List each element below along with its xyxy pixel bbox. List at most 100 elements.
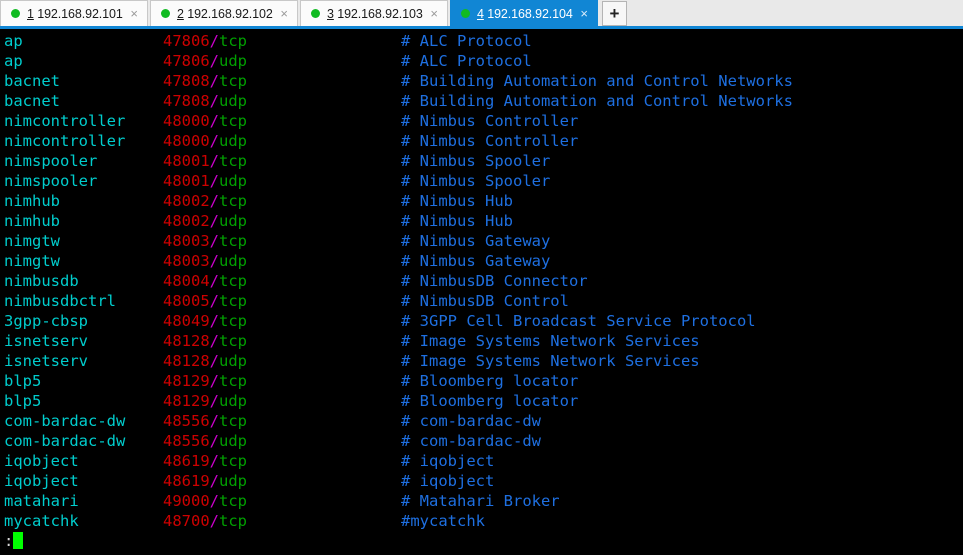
service-name: nimgtw [4,232,60,250]
port-number: 48128 [163,352,210,370]
tab-2[interactable]: 2 192.168.92.102 × [150,0,298,26]
service-comment: # Nimbus Spooler [401,172,551,190]
connection-status-dot-icon [311,9,320,18]
port-number: 48000 [163,112,210,130]
protocol-name: tcp [219,112,248,130]
port-protocol: 47808/udp [163,91,247,111]
service-entry-row: com-bardac-dw 48556/tcp # com-bardac-dw [4,411,963,431]
port-separator: / [209,172,220,190]
port-number: 48619 [163,472,210,490]
port-separator: / [209,272,220,290]
service-entry-row: nimgtw 48003/tcp # Nimbus Gateway [4,231,963,251]
protocol-name: udp [219,132,248,150]
service-comment: # iqobject [401,472,495,490]
connection-status-dot-icon [11,9,20,18]
port-number: 47806 [163,52,210,70]
port-protocol: 48002/tcp [163,191,247,211]
terminal-prompt-row: : [4,531,963,551]
port-number: 48128 [163,332,210,350]
protocol-name: udp [219,92,248,110]
service-entry-row: iqobject 48619/tcp # iqobject [4,451,963,471]
protocol-name: udp [219,432,248,450]
port-separator: / [209,472,220,490]
service-name: nimgtw [4,252,60,270]
port-protocol: 48003/tcp [163,231,247,251]
port-number: 48049 [163,312,210,330]
service-comment: # Bloomberg locator [401,392,579,410]
port-number: 48556 [163,432,210,450]
service-name: isnetserv [4,332,88,350]
service-comment: #mycatchk [401,512,485,530]
connection-status-dot-icon [161,9,170,18]
tab-label: 4 192.168.92.104 [477,6,573,21]
service-name: bacnet [4,92,60,110]
tab-bar: 1 192.168.92.101 × 2 192.168.92.102 × 3 192.… [0,0,963,29]
close-icon[interactable]: × [277,7,291,20]
terminal-screen[interactable]: ap 47806/tcp # ALC Protocol ap 47806/udp # AL… [0,29,963,555]
service-comment: # ALC Protocol [401,32,532,50]
port-protocol: 48129/tcp [163,371,247,391]
port-protocol: 47808/tcp [163,71,247,91]
service-entry-row: iqobject 48619/udp # iqobject [4,471,963,491]
port-protocol: 48700/tcp [163,511,247,531]
service-comment: # Nimbus Controller [401,132,579,150]
service-entry-row: blp5 48129/udp # Bloomberg locator [4,391,963,411]
port-number: 48129 [163,392,210,410]
port-separator: / [209,212,220,230]
port-number: 48619 [163,452,210,470]
protocol-name: tcp [219,292,248,310]
service-entry-row: matahari 49000/tcp # Matahari Broker [4,491,963,511]
port-protocol: 48129/udp [163,391,247,411]
service-entry-row: nimcontroller 48000/udp # Nimbus Controlle… [4,131,963,151]
service-name: ap [4,32,23,50]
tab-3[interactable]: 3 192.168.92.103 × [300,0,448,26]
protocol-name: udp [219,172,248,190]
tab-label: 3 192.168.92.103 [327,6,423,21]
port-separator: / [209,132,220,150]
port-separator: / [209,32,220,50]
text-cursor [13,532,24,549]
port-separator: / [209,252,220,270]
close-icon[interactable]: × [577,7,591,20]
service-comment: # Building Automation and Control Networ… [401,92,793,110]
tab-1[interactable]: 1 192.168.92.101 × [0,0,148,26]
port-number: 48129 [163,372,210,390]
tab-4[interactable]: 4 192.168.92.104 × [450,0,598,26]
port-number: 48005 [163,292,210,310]
port-number: 48556 [163,412,210,430]
service-name: nimhub [4,212,60,230]
service-comment: # NimbusDB Control [401,292,569,310]
service-comment: # 3GPP Cell Broadcast Service Protocol [401,312,756,330]
port-separator: / [209,412,220,430]
service-entry-row: nimspooler 48001/tcp # Nimbus Spooler [4,151,963,171]
service-comment: # Nimbus Hub [401,192,513,210]
port-protocol: 47806/tcp [163,31,247,51]
service-name: nimbusdbctrl [4,292,116,310]
new-tab-button[interactable]: + [602,1,627,26]
service-entry-row: nimbusdbctrl 48005/tcp # NimbusDB Control [4,291,963,311]
protocol-name: tcp [219,272,248,290]
port-number: 47808 [163,72,210,90]
service-name: blp5 [4,392,42,410]
prompt-symbol: : [4,532,14,550]
service-comment: # Nimbus Hub [401,212,513,230]
protocol-name: tcp [219,492,248,510]
protocol-name: tcp [219,412,248,430]
close-icon[interactable]: × [127,7,141,20]
port-separator: / [209,492,220,510]
port-separator: / [209,352,220,370]
service-entry-row: ap 47806/tcp # ALC Protocol [4,31,963,51]
service-entry-row: isnetserv 48128/udp # Image Systems Networ… [4,351,963,371]
port-number: 47806 [163,32,210,50]
protocol-name: udp [219,212,248,230]
close-icon[interactable]: × [427,7,441,20]
port-number: 48002 [163,192,210,210]
service-name: isnetserv [4,352,88,370]
service-comment: # Matahari Broker [401,492,560,510]
port-protocol: 48128/udp [163,351,247,371]
protocol-name: tcp [219,312,248,330]
port-protocol: 48000/tcp [163,111,247,131]
tab-label: 2 192.168.92.102 [177,6,273,21]
service-comment: # Nimbus Spooler [401,152,551,170]
port-number: 48002 [163,212,210,230]
